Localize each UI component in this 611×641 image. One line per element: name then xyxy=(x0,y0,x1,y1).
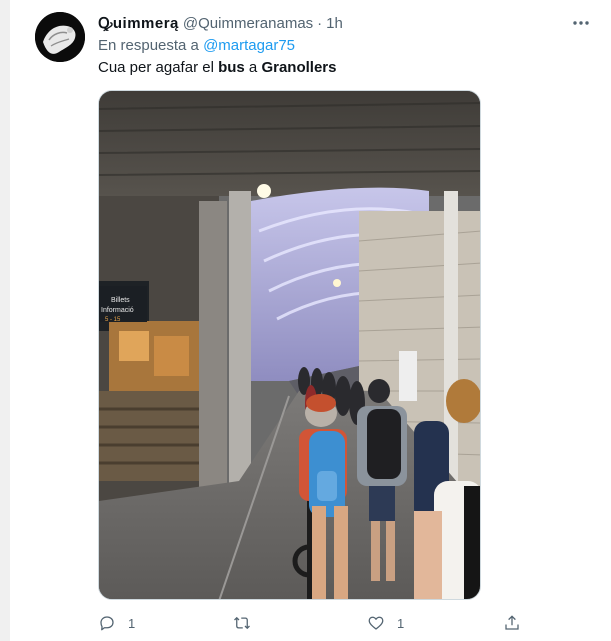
more-options-button[interactable] xyxy=(571,14,591,32)
reply-button[interactable]: 1 xyxy=(98,612,135,634)
reply-context: En respuesta a @martagar75 xyxy=(98,37,295,54)
share-icon xyxy=(505,615,519,630)
retweet-button[interactable] xyxy=(232,612,264,634)
station-queue-photo: Billets Informació 5 - 15 xyxy=(99,91,480,599)
tweet-text-part: Cua per agafar el xyxy=(98,59,219,76)
more-icon xyxy=(573,21,589,25)
tweet-text-bold: bus xyxy=(218,59,245,76)
tweet-text-part: a xyxy=(244,59,262,76)
like-icon xyxy=(368,616,384,630)
sign-line-2: Informació xyxy=(101,307,134,314)
reply-prefix: En respuesta a xyxy=(98,37,199,54)
reply-icon xyxy=(100,616,114,631)
avatar[interactable] xyxy=(35,12,85,62)
timestamp[interactable]: 1h xyxy=(326,15,343,32)
tweet-header: Ꝙuimmerą @Quimmeranamas · 1h xyxy=(98,13,343,33)
reply-count: 1 xyxy=(128,615,136,631)
retweet-icon xyxy=(234,616,250,630)
reply-mention-link[interactable]: @martagar75 xyxy=(203,37,295,54)
sign-line-1: Billets xyxy=(111,297,130,304)
tweet-text-bold: Granollers xyxy=(261,59,337,76)
avatar-image xyxy=(35,12,85,62)
display-name[interactable]: Ꝙuimmerą xyxy=(98,13,179,33)
like-count: 1 xyxy=(397,615,405,631)
tweet-text: Cua per agafar el bus a Granollers xyxy=(98,59,336,76)
separator-dot: · xyxy=(317,14,323,32)
sign-line-3: 5 - 15 xyxy=(105,317,121,323)
tweet-media-photo[interactable]: Billets Informació 5 - 15 xyxy=(98,90,481,600)
share-button[interactable] xyxy=(503,612,521,634)
user-handle[interactable]: @Quimmeranamas xyxy=(183,15,313,32)
tweet-actions-bar: 1 1 xyxy=(98,612,528,634)
like-button[interactable]: 1 xyxy=(367,612,404,634)
tweet-card[interactable]: Ꝙuimmerą @Quimmeranamas · 1h En respuest… xyxy=(10,0,611,641)
